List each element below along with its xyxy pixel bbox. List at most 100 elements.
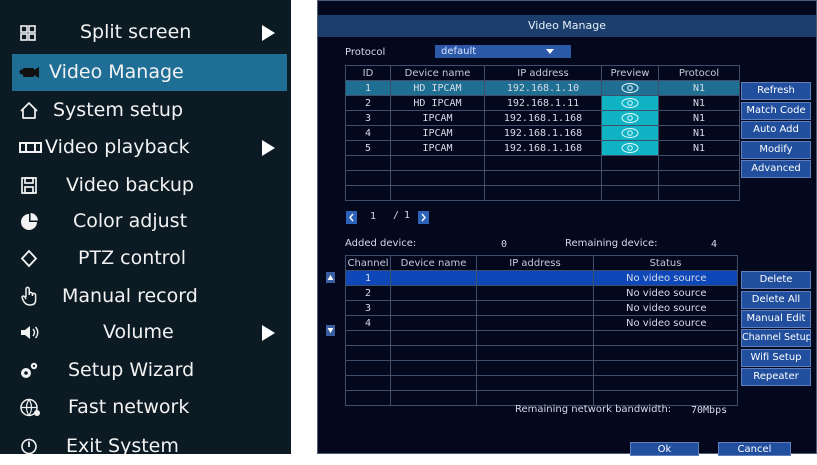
- menu-item-manual-record[interactable]: Manual record: [12, 278, 287, 315]
- menu-item-label: Fast network: [68, 396, 190, 418]
- channel-ip: [476, 300, 594, 316]
- table-row[interactable]: 2 HD IPCAM 192.168.1.11 N1: [345, 95, 740, 111]
- menu-item-label: PTZ control: [78, 247, 186, 269]
- menu-item-label: Manual record: [62, 285, 198, 307]
- submenu-arrow-icon: [262, 325, 275, 341]
- refresh-button[interactable]: Refresh: [741, 82, 811, 100]
- match-code-button[interactable]: Match Code: [741, 102, 811, 120]
- next-page-button[interactable]: [418, 211, 429, 224]
- table-row[interactable]: 3 No video source: [345, 300, 738, 316]
- device-protocol: N1: [658, 140, 740, 156]
- menu-item-exit-system[interactable]: Exit System: [12, 428, 287, 465]
- current-page: 1: [370, 211, 377, 222]
- preview-cell[interactable]: [601, 125, 659, 141]
- channel-status: No video source: [593, 300, 738, 316]
- channel-number: 4: [345, 315, 391, 331]
- menu-item-label: Setup Wizard: [68, 359, 195, 381]
- table-row[interactable]: 2 No video source: [345, 285, 738, 301]
- channel-status: No video source: [593, 270, 738, 286]
- empty-row: [345, 375, 738, 391]
- menu-item-ptz-control[interactable]: PTZ control: [12, 240, 287, 277]
- grid-icon: [18, 14, 46, 51]
- device-name: IPCAM: [390, 110, 485, 126]
- auto-add-button[interactable]: Auto Add: [741, 121, 811, 139]
- menu-item-fast-network[interactable]: Fast network: [12, 389, 287, 426]
- main-context-menu: Split screen Video Manage System setup V…: [0, 0, 291, 457]
- preview-cell[interactable]: [601, 110, 659, 126]
- table-row[interactable]: 4 IPCAM 192.168.1.168 N1: [345, 125, 740, 141]
- empty-row: [345, 170, 740, 186]
- menu-item-label: System setup: [53, 99, 184, 121]
- eye-preview-icon: [621, 98, 639, 108]
- table-header-row: ID Device name IP address Preview Protoc…: [345, 65, 740, 81]
- table-row[interactable]: 1 HD IPCAM 192.168.1.10 N1: [345, 80, 740, 96]
- channel-setup-button[interactable]: Channel Setup: [741, 329, 811, 347]
- added-device-count: 0: [501, 239, 508, 250]
- device-ip: 192.168.1.168: [484, 110, 602, 126]
- empty-row: [345, 360, 738, 376]
- eye-preview-icon: [621, 83, 639, 93]
- ptz-diamond-icon: [18, 240, 46, 277]
- menu-item-system-setup[interactable]: System setup: [12, 92, 287, 129]
- speaker-icon: [18, 314, 46, 351]
- menu-item-label: Split screen: [80, 21, 192, 43]
- prev-page-button[interactable]: [346, 211, 357, 224]
- menu-item-setup-wizard[interactable]: Setup Wizard: [12, 352, 287, 389]
- menu-item-volume[interactable]: Volume: [12, 314, 287, 351]
- channel-number: 1: [345, 270, 391, 286]
- chevron-down-icon: [546, 49, 554, 54]
- channel-ip: [476, 315, 594, 331]
- submenu-arrow-icon: [262, 140, 275, 156]
- device-name: IPCAM: [390, 125, 485, 141]
- color-palette-icon: [18, 203, 46, 240]
- triangle-down-icon: [327, 328, 334, 333]
- menu-item-video-manage[interactable]: Video Manage: [12, 54, 287, 91]
- advanced-button[interactable]: Advanced: [741, 160, 811, 178]
- scroll-down-button[interactable]: [326, 325, 335, 336]
- menu-item-split-screen[interactable]: Split screen: [12, 14, 287, 51]
- channel-device-name: [390, 270, 477, 286]
- delete-button[interactable]: Delete: [741, 271, 811, 289]
- empty-row: [345, 185, 740, 201]
- menu-item-video-playback[interactable]: Video playback: [12, 129, 287, 166]
- home-icon: [18, 92, 46, 129]
- menu-item-label: Volume: [103, 321, 174, 343]
- table-row[interactable]: 4 No video source: [345, 315, 738, 331]
- menu-item-label: Video playback: [45, 136, 190, 158]
- modify-button[interactable]: Modify: [741, 141, 811, 159]
- menu-item-label: Exit System: [66, 435, 179, 457]
- device-ip: 192.168.1.168: [484, 140, 602, 156]
- preview-cell[interactable]: [601, 95, 659, 111]
- wifi-setup-button[interactable]: Wifi Setup: [741, 349, 811, 367]
- column-header: ID: [345, 65, 391, 81]
- column-header: Status: [593, 255, 738, 271]
- eye-preview-icon: [621, 113, 639, 123]
- empty-row: [345, 330, 738, 346]
- globe-network-icon: [18, 389, 46, 426]
- table-row[interactable]: 5 IPCAM 192.168.1.168 N1: [345, 140, 740, 156]
- manual-edit-button[interactable]: Manual Edit: [741, 310, 811, 328]
- table-row[interactable]: 3 IPCAM 192.168.1.168 N1: [345, 110, 740, 126]
- channel-ip: [476, 285, 594, 301]
- preview-cell[interactable]: [601, 80, 659, 96]
- repeater-button[interactable]: Repeater: [741, 368, 811, 386]
- column-header: Device name: [390, 65, 485, 81]
- menu-item-color-adjust[interactable]: Color adjust: [12, 203, 287, 240]
- device-id: 4: [345, 125, 391, 141]
- protocol-label: Protocol: [345, 47, 386, 58]
- table-row[interactable]: 1 No video source: [345, 270, 738, 286]
- column-header: Preview: [601, 65, 659, 81]
- scroll-up-button[interactable]: [326, 272, 335, 283]
- power-icon: [18, 428, 46, 465]
- submenu-arrow-icon: [262, 25, 275, 41]
- menu-item-video-backup[interactable]: Video backup: [12, 167, 287, 204]
- delete-all-button[interactable]: Delete All: [741, 291, 811, 309]
- device-id: 1: [345, 80, 391, 96]
- preview-cell[interactable]: [601, 140, 659, 156]
- device-ip: 192.168.1.11: [484, 95, 602, 111]
- menu-item-label: Video Manage: [49, 61, 184, 83]
- channel-status: No video source: [593, 285, 738, 301]
- protocol-select[interactable]: default: [435, 45, 571, 58]
- hand-pointer-icon: [18, 278, 46, 315]
- column-header: IP address: [476, 255, 594, 271]
